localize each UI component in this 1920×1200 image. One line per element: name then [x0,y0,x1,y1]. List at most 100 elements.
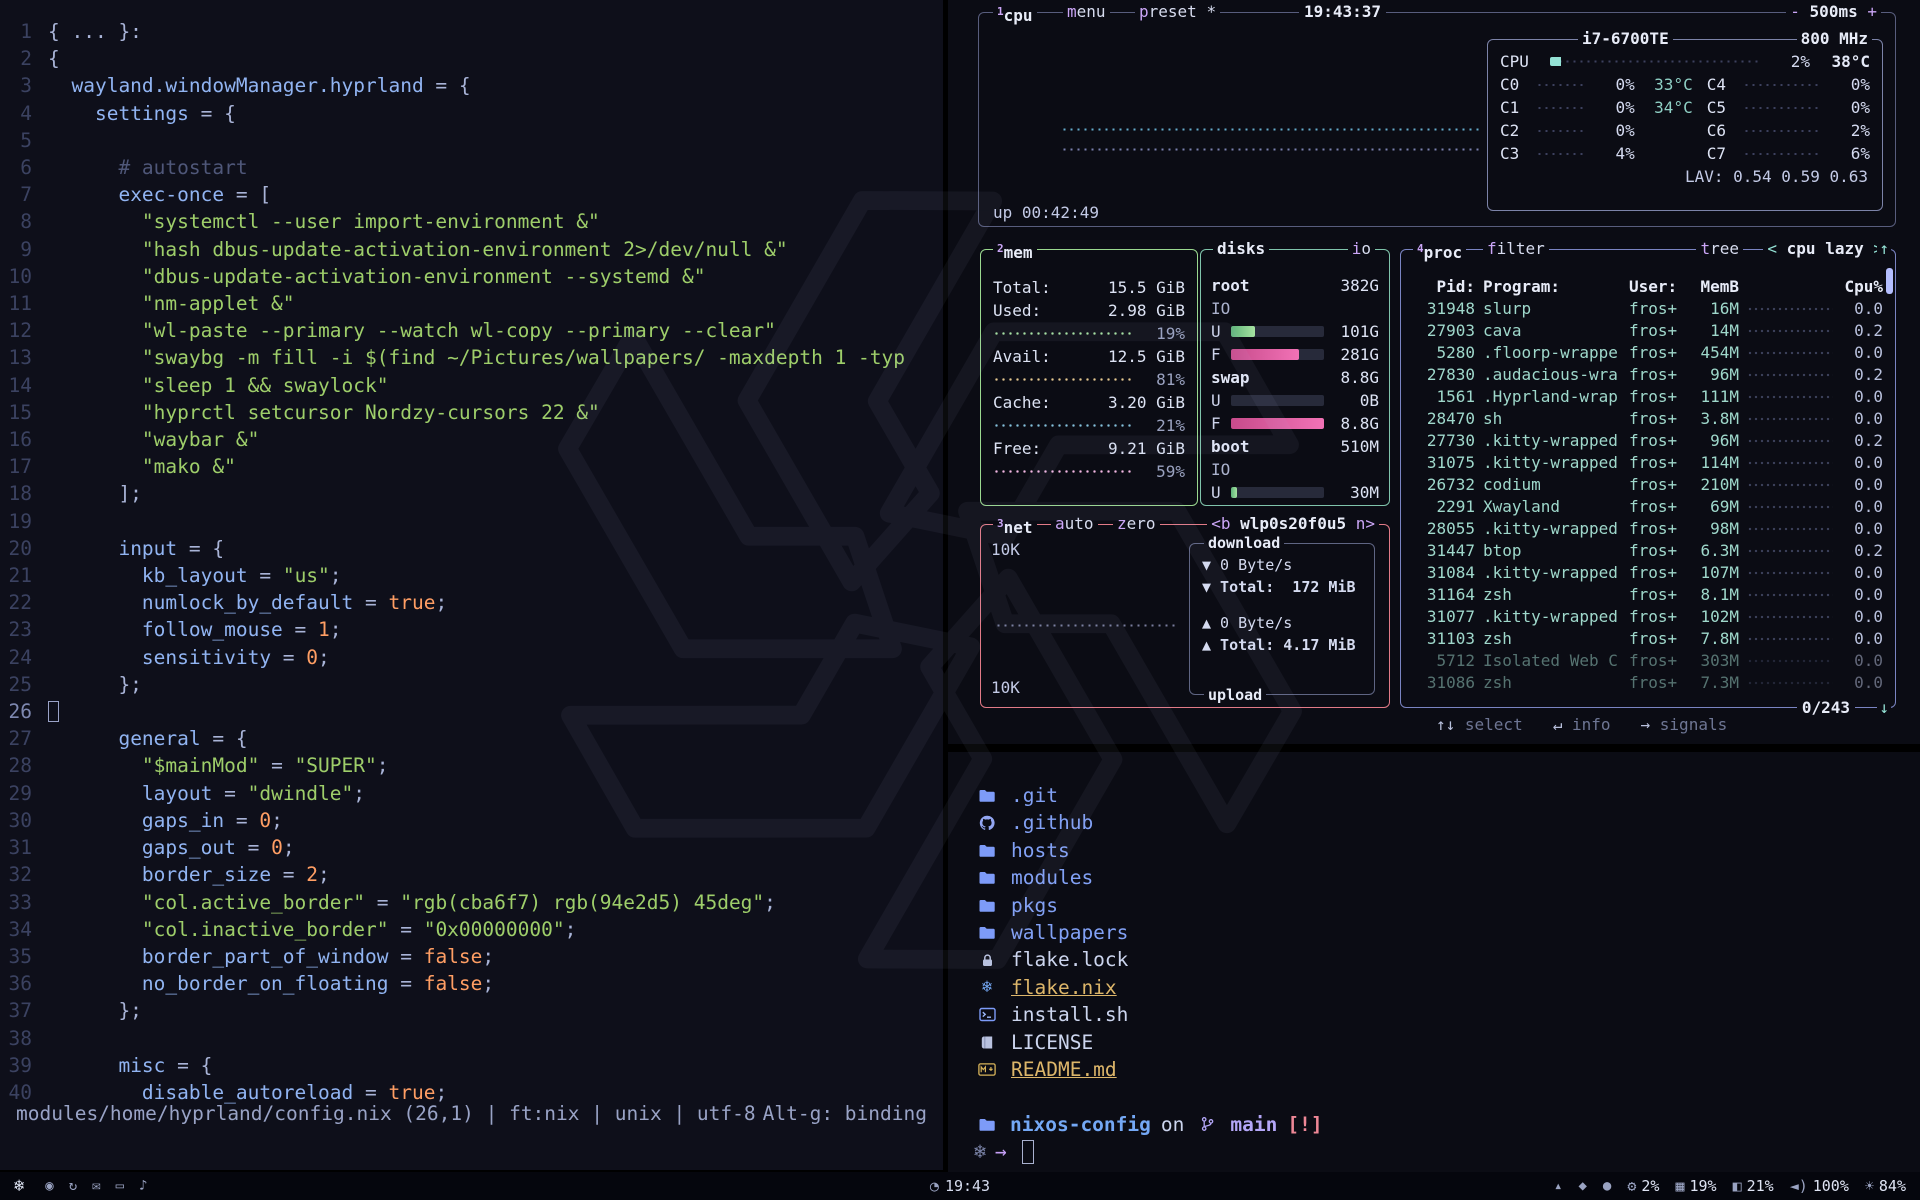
code-line[interactable]: 37 }; [0,997,943,1024]
preset-button[interactable]: preset * [1135,1,1220,23]
tray-app-icon[interactable]: ◆ [1578,1179,1586,1193]
signals-button[interactable]: → signals [1641,714,1728,736]
process-row[interactable]: 5712Isolated Web Cfros+303M0.0 [1401,650,1895,672]
refresh-increase-button[interactable]: + [1867,2,1877,21]
code-line[interactable]: 22 numlock_by_default = true; [0,589,943,616]
code-line[interactable]: 25 }; [0,671,943,698]
info-button[interactable]: ↵ info [1553,714,1611,736]
code-line[interactable]: 1{ ... }: [0,18,943,45]
code-line[interactable]: 9 "hash dbus-update-activation-environme… [0,236,943,263]
scroll-up-arrow[interactable]: ↑ [1877,238,1891,260]
filter-button[interactable]: filter [1483,238,1549,260]
music-icon[interactable]: ♪ [139,1179,147,1193]
code-line[interactable]: 36 no_border_on_floating = false; [0,970,943,997]
volume-indicator[interactable]: ◄)100% [1790,1177,1849,1195]
code-line[interactable]: 19 [0,508,943,535]
code-text: border_size = 2; [48,861,330,888]
process-row[interactable]: 27730.kitty-wrappedfros+96M0.2 [1401,430,1895,452]
process-table-header[interactable]: Pid: Program: User: MemB Cpu% [1401,276,1895,298]
code-line[interactable]: 34 "col.inactive_border" = "0x00000000"; [0,916,943,943]
process-row[interactable]: 2291Xwaylandfros+69M0.0 [1401,496,1895,518]
code-line[interactable]: 14 "sleep 1 && swaylock" [0,372,943,399]
process-row[interactable]: 28470shfros+3.8M0.0 [1401,408,1895,430]
process-row[interactable]: 31086zshfros+7.3M0.0 [1401,672,1895,694]
net-zero-button[interactable]: zero [1113,513,1160,535]
file-item: hosts [974,837,1920,864]
menu-button[interactable]: menu [1063,1,1110,23]
code-line[interactable]: 23 follow_mouse = 1; [0,616,943,643]
code-line[interactable]: 28 "$mainMod" = "SUPER"; [0,752,943,779]
editor-window[interactable]: 1{ ... }:2{3 wayland.windowManager.hyprl… [0,0,943,1170]
launcher-icon[interactable]: ◉ [45,1179,53,1193]
code-line[interactable]: 27 general = { [0,725,943,752]
io-mode-button[interactable]: io [1348,238,1375,260]
line-number: 33 [0,889,48,916]
process-row[interactable]: 31084.kitty-wrappedfros+107M0.0 [1401,562,1895,584]
cpu-indicator[interactable]: ⚙2% [1627,1177,1659,1195]
code-line[interactable]: 3 wayland.windowManager.hyprland = { [0,72,943,99]
tray-dot-icon[interactable]: ● [1603,1179,1611,1193]
tree-button[interactable]: tree [1696,238,1743,260]
code-line[interactable]: 8 "systemctl --user import-environment &… [0,208,943,235]
code-line[interactable]: 5 [0,127,943,154]
code-line[interactable]: 10 "dbus-update-activation-environment -… [0,263,943,290]
line-number: 31 [0,834,48,861]
process-row[interactable]: 5280.floorp-wrappefros+454M0.0 [1401,342,1895,364]
code-line[interactable]: 33 "col.active_border" = "rgb(cba6f7) rg… [0,889,943,916]
code-line[interactable]: 24 sensitivity = 0; [0,644,943,671]
process-row[interactable]: 1561.Hyprland-wrapfros+111M0.0 [1401,386,1895,408]
code-line[interactable]: 30 gaps_in = 0; [0,807,943,834]
code-line[interactable]: 39 misc = { [0,1052,943,1079]
display-icon[interactable]: ▭ [116,1179,124,1193]
code-line[interactable]: 32 border_size = 2; [0,861,943,888]
code-line[interactable]: 18 ]; [0,480,943,507]
process-row[interactable]: 31164zshfros+8.1M0.0 [1401,584,1895,606]
code-line[interactable]: 38 [0,1025,943,1052]
code-line[interactable]: 4 settings = { [0,100,943,127]
code-line[interactable]: 12 "wl-paste --primary --watch wl-copy -… [0,317,943,344]
code-line[interactable]: 6 # autostart [0,154,943,181]
messages-icon[interactable]: ✉ [92,1179,100,1193]
code-line[interactable]: 15 "hyprctl setcursor Nordzy-cursors 22 … [0,399,943,426]
code-line[interactable]: 11 "nm-applet &" [0,290,943,317]
terminal-window[interactable]: .git.githubhostsmodulespkgswallpapersfla… [948,752,1920,1172]
process-row[interactable]: 31077.kitty-wrappedfros+102M0.0 [1401,606,1895,628]
refresh-decrease-button[interactable]: - [1790,2,1800,21]
process-row[interactable]: 26732codiumfros+210M0.0 [1401,474,1895,496]
code-area[interactable]: 1{ ... }:2{3 wayland.windowManager.hyprl… [0,0,943,1106]
code-line[interactable]: 35 border_part_of_window = false; [0,943,943,970]
process-row[interactable]: 28055.kitty-wrappedfros+98M0.0 [1401,518,1895,540]
process-row[interactable]: 31075.kitty-wrappedfros+114M0.0 [1401,452,1895,474]
code-line[interactable]: 20 input = { [0,535,943,562]
process-row[interactable]: 27903cavafros+14M0.2 [1401,320,1895,342]
process-row[interactable]: 27830.audacious-wrafros+96M0.2 [1401,364,1895,386]
code-line[interactable]: 16 "waybar &" [0,426,943,453]
memory-indicator[interactable]: ▦19% [1675,1177,1716,1195]
code-line[interactable]: 17 "mako &" [0,453,943,480]
scroll-down-arrow[interactable]: ↓ [1877,697,1891,719]
btop-window[interactable]: 1cpu menu preset * 19:43:37 - 500ms + up… [948,0,1920,744]
line-number: 6 [0,154,48,181]
nixos-logo-icon[interactable]: ❄ [14,1178,24,1195]
process-row[interactable]: 31948slurpfros+16M0.0 [1401,298,1895,320]
code-line[interactable]: 21 kb_layout = "us"; [0,562,943,589]
proc-scrollbar[interactable] [1886,268,1893,294]
code-line[interactable]: 29 layout = "dwindle"; [0,780,943,807]
process-row[interactable]: 31103zshfros+7.8M0.0 [1401,628,1895,650]
code-line[interactable]: 31 gaps_out = 0; [0,834,943,861]
select-button[interactable]: ↑↓ select [1436,714,1523,736]
code-line[interactable]: 2{ [0,45,943,72]
shell-prompt-line2[interactable]: ❄ → [974,1138,1920,1165]
brightness-indicator[interactable]: ☀84% [1865,1177,1906,1195]
sort-mode-selector[interactable]: < cpu lazy > [1763,238,1887,260]
file-name: flake.lock [1011,946,1128,973]
code-line[interactable]: 13 "swaybg -m fill -i $(find ~/Pictures/… [0,344,943,371]
disk-indicator[interactable]: ◧21% [1733,1177,1774,1195]
net-auto-button[interactable]: auto [1051,513,1098,535]
refresh-rate-control[interactable]: - 500ms + [1786,1,1881,23]
process-row[interactable]: 31447btopfros+6.3M0.2 [1401,540,1895,562]
tray-expand-icon[interactable]: ▴ [1554,1179,1562,1193]
code-line[interactable]: 26 [0,698,943,725]
restart-icon[interactable]: ↻ [69,1179,77,1193]
code-line[interactable]: 7 exec-once = [ [0,181,943,208]
